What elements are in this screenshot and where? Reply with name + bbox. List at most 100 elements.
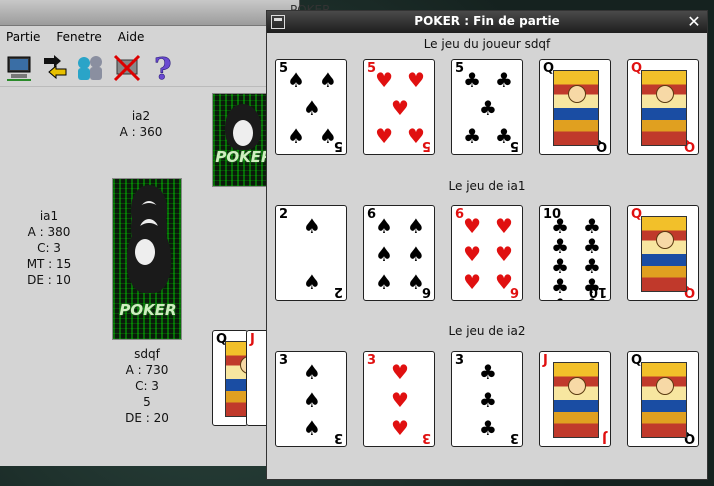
player-stat: A : 730 bbox=[125, 363, 169, 377]
swap-arrows-icon[interactable] bbox=[40, 53, 70, 83]
playing-card: 6 6 ♠ ♠ ♠ ♠ ♠ ♠ bbox=[363, 205, 435, 301]
card-pips: ♥ ♥ ♥ ♥ ♥ bbox=[375, 70, 425, 146]
suit-pip: ♠ bbox=[407, 270, 425, 294]
pip-row: ♠ bbox=[303, 418, 321, 438]
suit-pip: ♠ bbox=[407, 242, 425, 266]
suit-pip: ♥ bbox=[463, 214, 481, 238]
menu-partie[interactable]: Partie bbox=[6, 30, 40, 44]
menu-aide[interactable]: Aide bbox=[118, 30, 145, 44]
player-stat: MT : 15 bbox=[26, 257, 72, 271]
network-error-icon[interactable] bbox=[112, 53, 142, 83]
card-back-text: POKER bbox=[119, 301, 177, 319]
player-stat: DE : 10 bbox=[27, 273, 71, 287]
suit-pip: ♥ bbox=[495, 270, 513, 294]
playing-card: 1010♣♣♣♣♣♣♣♣♣♣ bbox=[539, 205, 611, 301]
card-pips: ♥ ♥ ♥ bbox=[376, 362, 424, 438]
pip-row: ♣ bbox=[479, 390, 497, 410]
suit-pip: ♣ bbox=[495, 68, 513, 92]
suit-pip: ♠ bbox=[375, 270, 393, 294]
pip-row: ♠ bbox=[303, 98, 321, 118]
pip-row: ♥ bbox=[391, 418, 409, 438]
suit-pip: ♥ bbox=[391, 96, 409, 120]
suit-pip: ♥ bbox=[463, 270, 481, 294]
playing-card: 5 5 ♥ ♥ ♥ ♥ ♥ bbox=[363, 59, 435, 155]
card-back-text: POKER bbox=[215, 148, 272, 166]
pip-row: ♠ ♠ bbox=[375, 244, 425, 264]
suit-pip: ♣ bbox=[583, 234, 601, 258]
player-stat: DE : 20 bbox=[125, 411, 169, 425]
hand-label: Le jeu de ia2 bbox=[448, 324, 526, 338]
court-card-face bbox=[641, 362, 687, 438]
pip-row: ♥ ♥ bbox=[375, 70, 425, 90]
card-rank: J bbox=[250, 332, 255, 347]
help-icon[interactable]: ? bbox=[148, 53, 178, 83]
pip-row: ♣♣ bbox=[551, 296, 601, 300]
penguin-logo bbox=[127, 223, 171, 293]
card-rank-corner: 2 bbox=[279, 207, 289, 222]
suit-pip: ♥ bbox=[407, 124, 425, 148]
player-stat: C: 3 bbox=[37, 241, 61, 255]
suit-pip: ♥ bbox=[391, 388, 409, 412]
pip-row: ♥ bbox=[391, 390, 409, 410]
pip-row: ♥ ♥ bbox=[375, 126, 425, 146]
suit-pip: ♣ bbox=[583, 254, 601, 278]
player-stat: C: 3 bbox=[135, 379, 159, 393]
suit-pip: ♠ bbox=[407, 214, 425, 238]
suit-pip: ♣ bbox=[583, 274, 601, 298]
suit-pip: ♥ bbox=[495, 214, 513, 238]
player-name: ia2 bbox=[131, 109, 151, 123]
suit-pip: ♣ bbox=[551, 274, 569, 298]
dialog-titlebar[interactable]: POKER : Fin de partie ✕ bbox=[267, 11, 707, 33]
card-pips: ♠ ♠ ♠ ♠ ♠ ♠ bbox=[375, 214, 425, 294]
suit-pip: ♣ bbox=[583, 214, 601, 238]
suit-pip: ♣ bbox=[479, 360, 497, 384]
suit-pip: ♣ bbox=[551, 254, 569, 278]
suit-pip: ♣ bbox=[551, 296, 569, 300]
pip-row: ♠ ♠ bbox=[287, 126, 337, 146]
svg-text:?: ? bbox=[154, 53, 172, 83]
players-icon[interactable] bbox=[76, 53, 106, 83]
suit-pip: ♥ bbox=[375, 124, 393, 148]
card-pips: ♠ ♠ ♠ bbox=[288, 362, 336, 438]
toolbar: ? bbox=[0, 49, 300, 87]
playing-card: QQ bbox=[627, 59, 699, 155]
suit-pip: ♥ bbox=[375, 68, 393, 92]
player-stat: 5 bbox=[143, 395, 151, 409]
player-ia2-info: ia2 A : 360 bbox=[108, 108, 174, 140]
court-card-face bbox=[641, 216, 687, 292]
close-icon[interactable]: ✕ bbox=[685, 13, 703, 31]
hand-label: Le jeu du joueur sdqf bbox=[423, 37, 551, 51]
pip-row: ♣♣ bbox=[551, 256, 601, 276]
pip-row: ♣♣ bbox=[551, 236, 601, 256]
suit-pip: ♥ bbox=[391, 360, 409, 384]
hand-label: Le jeu de ia1 bbox=[448, 179, 526, 193]
computer-icon[interactable] bbox=[4, 53, 34, 83]
pip-row: ♥ ♥ bbox=[463, 272, 513, 292]
pip-row: ♣ bbox=[479, 418, 497, 438]
court-card-face bbox=[553, 70, 599, 146]
suit-pip: ♠ bbox=[375, 214, 393, 238]
suit-pip: ♣ bbox=[479, 96, 497, 120]
suit-pip: ♠ bbox=[287, 124, 305, 148]
suit-pip: ♥ bbox=[391, 416, 409, 440]
end-of-game-dialog: POKER : Fin de partie ✕ Le jeu du joueur… bbox=[266, 10, 708, 480]
card-pips: ♣ ♣ ♣ ♣ ♣ bbox=[463, 68, 513, 146]
card-pips: ♥ ♥ ♥ ♥ ♥ ♥ bbox=[463, 214, 513, 292]
player-stat: A : 380 bbox=[27, 225, 71, 239]
suit-pip: ♠ bbox=[303, 96, 321, 120]
suit-pip: ♣ bbox=[551, 234, 569, 258]
playing-card: QQ bbox=[627, 205, 699, 301]
sdqf-table-card: Q bbox=[212, 330, 248, 426]
card-rank-corner: 3 bbox=[455, 353, 465, 368]
card-rank-corner: J bbox=[543, 353, 548, 368]
suit-pip: ♣ bbox=[583, 296, 601, 300]
suit-pip: ♠ bbox=[375, 242, 393, 266]
card-rank-corner-bottom: J bbox=[602, 430, 607, 445]
pip-row: ♥ bbox=[391, 98, 409, 118]
playing-card: QQ bbox=[539, 59, 611, 155]
menu-fenetre[interactable]: Fenetre bbox=[56, 30, 101, 44]
pip-row: ♥ ♥ bbox=[463, 244, 513, 264]
suit-pip: ♥ bbox=[463, 242, 481, 266]
main-titlebar[interactable] bbox=[0, 0, 299, 26]
playing-card: 5 5 ♣ ♣ ♣ ♣ ♣ bbox=[451, 59, 523, 155]
